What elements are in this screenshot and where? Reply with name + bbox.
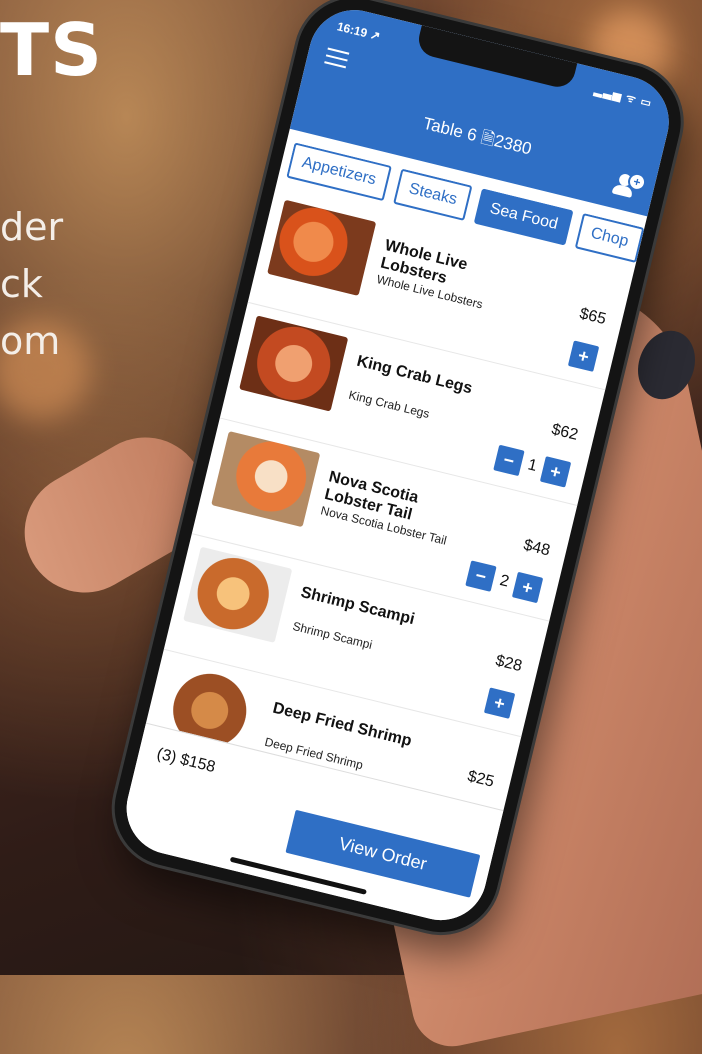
add-item-button[interactable]: +: [567, 340, 600, 372]
increase-quantity-button[interactable]: +: [539, 456, 572, 488]
add-item-button[interactable]: +: [483, 687, 516, 719]
crab-legs-image: [239, 315, 349, 412]
tab-steaks[interactable]: Steaks: [393, 168, 473, 221]
item-price: $28: [493, 652, 524, 676]
item-quantity: 2: [498, 571, 511, 591]
background-line: om: [0, 319, 61, 363]
quantity-controls: +: [567, 340, 600, 372]
order-summary: (3) $158: [155, 745, 217, 777]
lobster-image: [267, 199, 377, 296]
background-line: der: [0, 205, 64, 249]
tab-appetizers[interactable]: Appetizers: [286, 142, 392, 202]
shrimp-scampi-image: [183, 546, 293, 643]
decrease-quantity-button[interactable]: −: [493, 444, 525, 477]
background-headline: TS: [0, 8, 103, 92]
item-quantity: 1: [526, 456, 539, 475]
hamburger-menu-icon[interactable]: [324, 47, 350, 69]
quantity-controls: − 1 +: [493, 444, 572, 488]
increase-quantity-button[interactable]: +: [511, 571, 544, 604]
background-line: ck: [0, 262, 43, 306]
quantity-controls: − 2 +: [465, 560, 544, 604]
item-price: $65: [577, 305, 608, 329]
quantity-controls: +: [483, 687, 516, 719]
lobster-tail-image: [211, 431, 321, 528]
add-user-icon[interactable]: +: [611, 171, 648, 202]
status-time: 16:19 ↗: [335, 19, 382, 44]
item-price: $48: [521, 536, 552, 560]
status-indicators: ▂▃▅ ᯤ ▭: [593, 84, 654, 111]
item-price: $25: [465, 767, 496, 791]
view-order-button[interactable]: View Order: [285, 809, 481, 898]
item-price: $62: [549, 420, 580, 444]
tab-chop[interactable]: Chop: [575, 213, 644, 263]
tab-sea-food[interactable]: Sea Food: [474, 188, 574, 246]
decrease-quantity-button[interactable]: −: [465, 560, 497, 592]
